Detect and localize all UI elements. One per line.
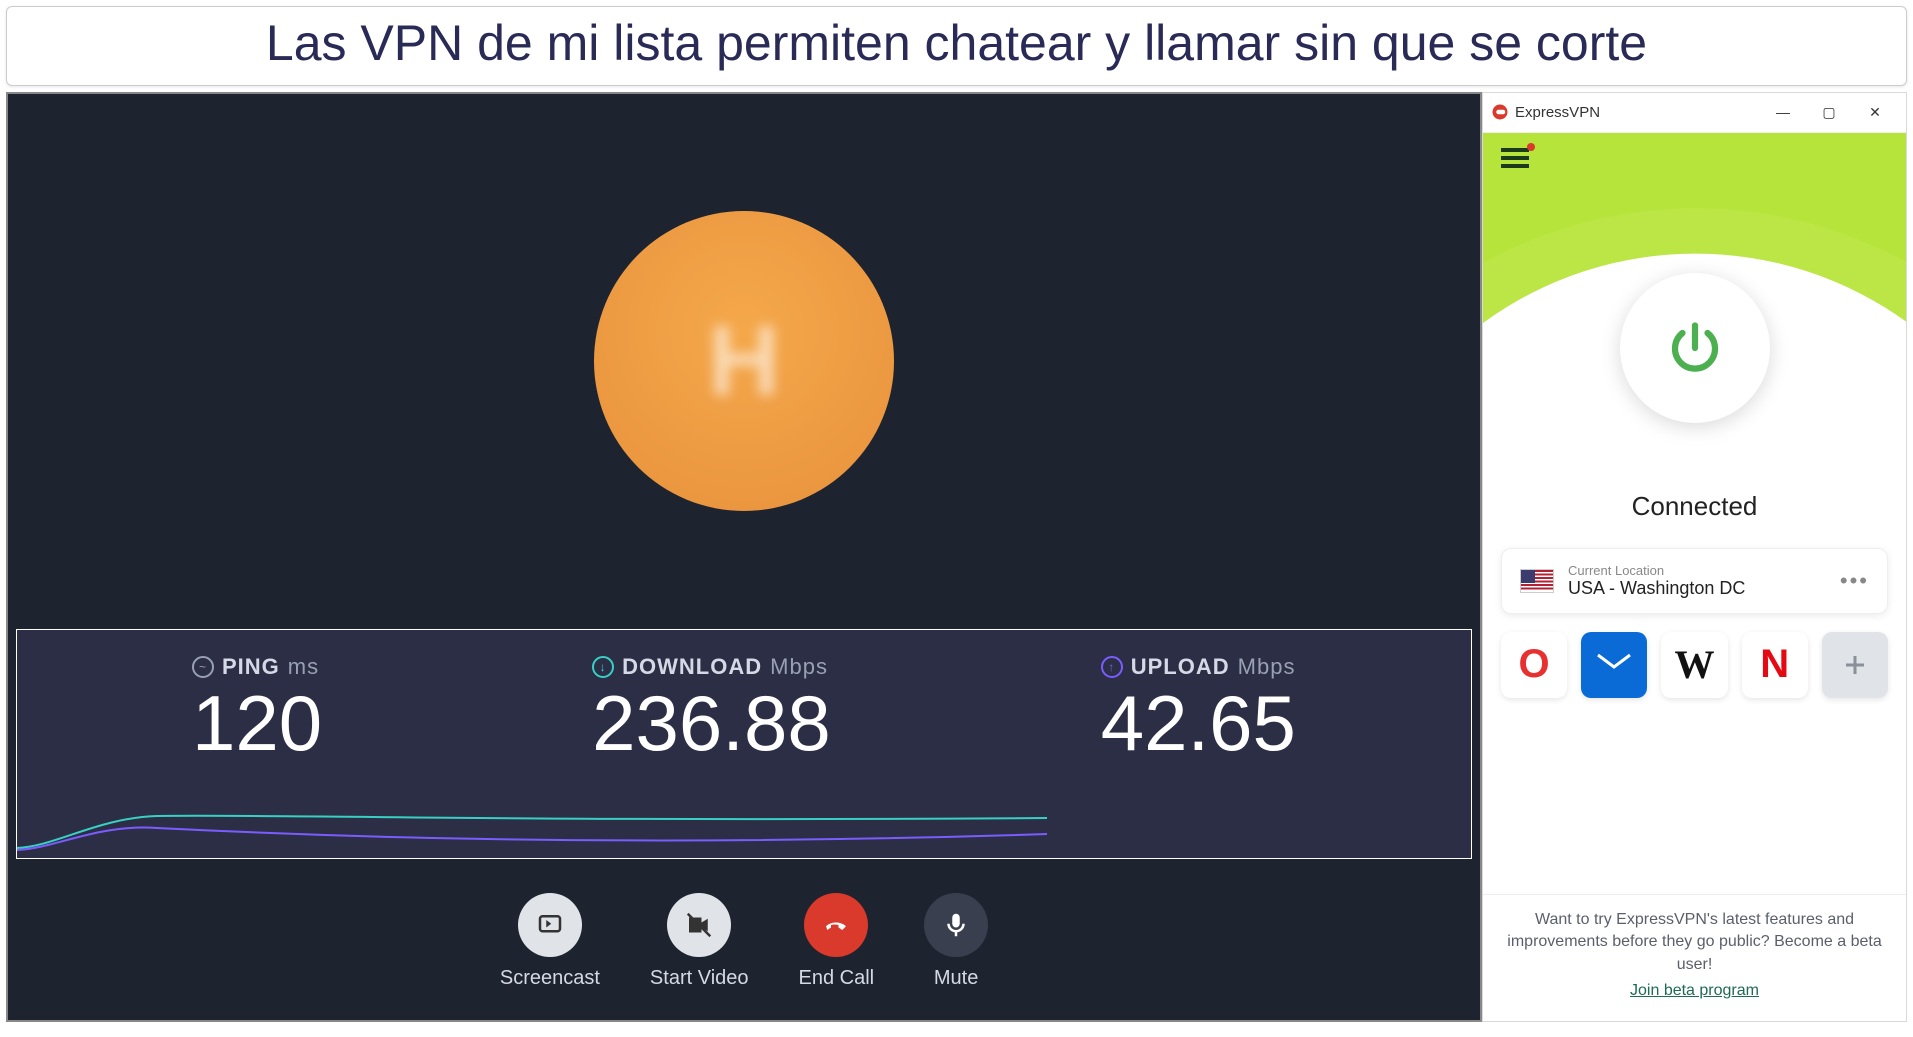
video-call-panel: H ~ PING ms 120 ↓ DOWNLOAD Mbps xyxy=(6,92,1482,1022)
window-maximize-button[interactable]: ▢ xyxy=(1806,96,1852,128)
window-title: ExpressVPN xyxy=(1515,104,1600,121)
location-card[interactable]: Current Location USA - Washington DC ••• xyxy=(1501,548,1888,614)
window-minimize-button[interactable]: — xyxy=(1760,96,1806,128)
opera-icon: O xyxy=(1519,642,1550,687)
ping-label-row: ~ PING ms xyxy=(192,654,322,680)
download-icon: ↓ xyxy=(592,656,614,678)
screencast-label: Screencast xyxy=(500,967,600,990)
beta-text: Want to try ExpressVPN's latest features… xyxy=(1507,911,1881,973)
vpn-power-button[interactable] xyxy=(1620,273,1770,423)
video-off-icon xyxy=(684,910,714,940)
mute-label: Mute xyxy=(934,967,978,990)
upload-metric: ↑ UPLOAD Mbps 42.65 xyxy=(1101,654,1296,762)
ping-icon: ~ xyxy=(192,656,214,678)
download-unit: Mbps xyxy=(770,654,828,680)
avatar-area: H xyxy=(8,94,1480,629)
shortcut-row: O W N xyxy=(1501,632,1888,698)
shortcut-mail[interactable] xyxy=(1581,632,1647,698)
microphone-icon xyxy=(941,910,971,940)
screencast-button[interactable]: Screencast xyxy=(500,893,600,990)
end-call-button[interactable]: End Call xyxy=(799,893,875,990)
vpn-status: Connected xyxy=(1483,491,1906,522)
upload-icon: ↑ xyxy=(1101,656,1123,678)
shortcut-opera[interactable]: O xyxy=(1501,632,1567,698)
ping-unit: ms xyxy=(288,654,319,680)
notification-dot xyxy=(1527,143,1535,151)
location-more-button[interactable]: ••• xyxy=(1840,568,1869,594)
avatar: H xyxy=(594,211,894,511)
vpn-spacer xyxy=(1483,698,1906,894)
wikipedia-icon: W xyxy=(1675,641,1715,688)
call-controls: Screencast Start Video End Call Mute xyxy=(8,859,1480,1020)
speedtest-sparkline xyxy=(17,788,1047,858)
upload-value: 42.65 xyxy=(1101,684,1296,762)
mail-icon xyxy=(1596,651,1632,679)
download-metric: ↓ DOWNLOAD Mbps 236.88 xyxy=(592,654,831,762)
shortcut-add-button[interactable] xyxy=(1822,632,1888,698)
ping-label: PING xyxy=(222,654,280,680)
upload-label: UPLOAD xyxy=(1131,654,1230,680)
netflix-icon: N xyxy=(1760,642,1789,687)
start-video-button[interactable]: Start Video xyxy=(650,893,749,990)
download-value: 236.88 xyxy=(592,684,831,762)
upload-label-row: ↑ UPLOAD Mbps xyxy=(1101,654,1296,680)
end-call-label: End Call xyxy=(799,967,875,990)
window-titlebar: ExpressVPN — ▢ ✕ xyxy=(1483,93,1906,133)
download-label: DOWNLOAD xyxy=(622,654,762,680)
titlebar-left: ExpressVPN xyxy=(1491,103,1600,121)
vpn-hero xyxy=(1483,133,1906,473)
mute-button[interactable]: Mute xyxy=(924,893,988,990)
screencast-icon xyxy=(535,910,565,940)
expressvpn-window: ExpressVPN — ▢ ✕ Connected xyxy=(1482,92,1907,1022)
shortcut-netflix[interactable]: N xyxy=(1742,632,1808,698)
speedtest-card: ~ PING ms 120 ↓ DOWNLOAD Mbps 236.88 xyxy=(16,629,1472,859)
ping-metric: ~ PING ms 120 xyxy=(192,654,322,762)
window-close-button[interactable]: ✕ xyxy=(1852,96,1898,128)
beta-callout: Want to try ExpressVPN's latest features… xyxy=(1483,894,1906,1021)
plus-icon xyxy=(1840,650,1870,680)
beta-link[interactable]: Join beta program xyxy=(1507,980,1882,1002)
main-row: H ~ PING ms 120 ↓ DOWNLOAD Mbps xyxy=(0,92,1913,1028)
window-controls: — ▢ ✕ xyxy=(1760,96,1898,128)
power-icon xyxy=(1665,318,1725,378)
menu-button[interactable] xyxy=(1501,147,1529,174)
expressvpn-logo-icon xyxy=(1491,103,1509,121)
upload-unit: Mbps xyxy=(1238,654,1296,680)
location-label: Current Location xyxy=(1568,563,1826,578)
headline-callout: Las VPN de mi lista permiten chatear y l… xyxy=(6,6,1907,86)
phone-hangup-icon xyxy=(821,910,851,940)
usa-flag-icon xyxy=(1520,569,1554,593)
start-video-label: Start Video xyxy=(650,967,749,990)
avatar-letter: H xyxy=(708,304,780,419)
hamburger-icon xyxy=(1501,147,1529,169)
metrics-row: ~ PING ms 120 ↓ DOWNLOAD Mbps 236.88 xyxy=(17,630,1471,762)
shortcut-wikipedia[interactable]: W xyxy=(1661,632,1727,698)
download-label-row: ↓ DOWNLOAD Mbps xyxy=(592,654,831,680)
location-name: USA - Washington DC xyxy=(1568,578,1826,599)
location-text: Current Location USA - Washington DC xyxy=(1568,563,1826,599)
headline-text: Las VPN de mi lista permiten chatear y l… xyxy=(27,15,1886,73)
ping-value: 120 xyxy=(192,684,322,762)
